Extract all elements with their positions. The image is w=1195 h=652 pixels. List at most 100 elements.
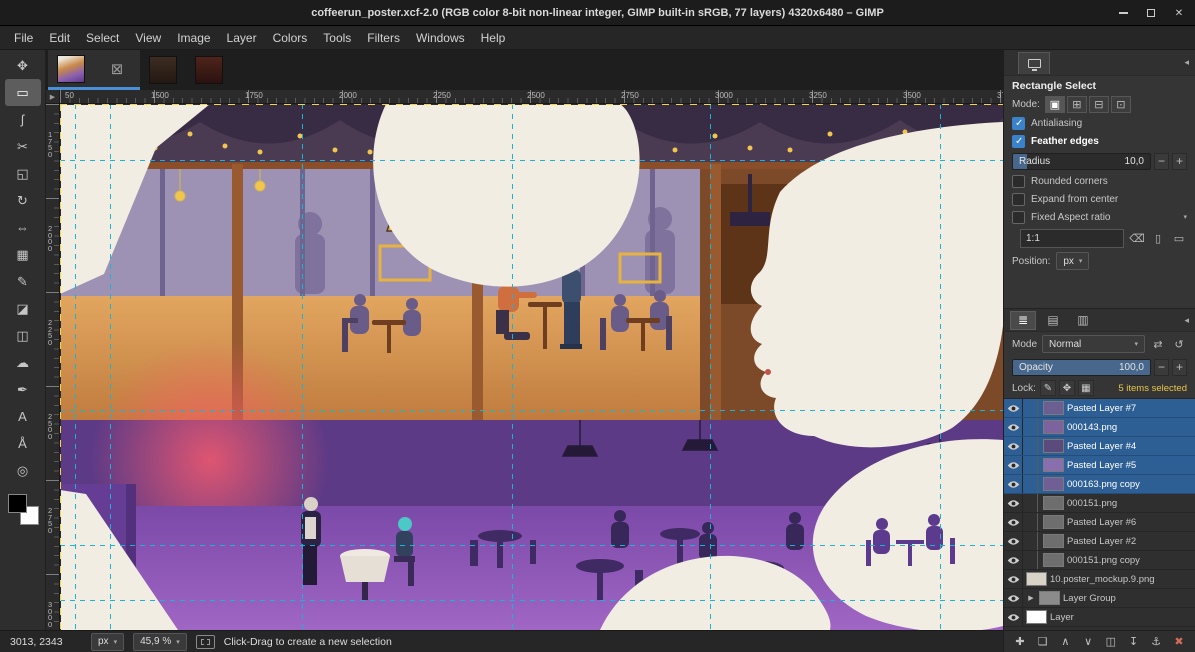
lock-position-icon[interactable]: ✥ — [1059, 380, 1075, 396]
visibility-eye-icon[interactable] — [1004, 456, 1023, 474]
duplicate-layer-button[interactable]: ◫ — [1102, 633, 1120, 651]
tool-scissors-select-icon[interactable]: ✂ — [5, 133, 41, 160]
delete-layer-button[interactable]: ✖ — [1170, 633, 1188, 651]
tool-move-icon[interactable]: ✥ — [5, 52, 41, 79]
guide-vertical[interactable] — [512, 104, 513, 630]
menu-image[interactable]: Image — [169, 28, 218, 48]
layer-row[interactable]: Pasted Layer #6 — [1004, 513, 1195, 532]
lower-layer-button[interactable]: ∨ — [1079, 633, 1097, 651]
expand-from-center-checkbox[interactable]: Expand from center — [1004, 190, 1195, 208]
zoom-dropdown[interactable]: 45,9 % ▾ — [133, 633, 187, 651]
ruler-corner[interactable]: ▶ — [46, 90, 60, 104]
panel-menu-icon[interactable]: ◂ — [1184, 57, 1189, 68]
lock-pixels-icon[interactable]: ✎ — [1040, 380, 1056, 396]
menu-windows[interactable]: Windows — [408, 28, 473, 48]
canvas[interactable] — [60, 104, 1003, 630]
foreground-color-swatch[interactable] — [8, 494, 27, 513]
panel-menu-icon[interactable]: ◂ — [1184, 315, 1189, 326]
visibility-eye-icon[interactable] — [1004, 418, 1023, 436]
fixed-aspect-ratio-checkbox[interactable]: Fixed Aspect ratio ▾ — [1004, 208, 1195, 226]
tool-options-tab[interactable] — [1018, 52, 1050, 74]
layer-row[interactable]: Pasted Layer #4 — [1004, 437, 1195, 456]
menu-edit[interactable]: Edit — [41, 28, 78, 48]
clear-icon[interactable]: ⌫ — [1129, 232, 1145, 245]
layer-mode-dropdown[interactable]: Normal ▾ — [1042, 335, 1145, 353]
selection-mode-icon[interactable] — [196, 635, 215, 649]
layer-row[interactable]: Layer — [1004, 608, 1195, 627]
image-tab-2[interactable]: ⊠ — [94, 50, 140, 90]
opacity-slider[interactable]: Opacity 100,0 — [1012, 359, 1151, 376]
visibility-eye-icon[interactable] — [1004, 608, 1023, 626]
visibility-eye-icon[interactable] — [1004, 475, 1023, 493]
tool-clone-icon[interactable]: ◫ — [5, 322, 41, 349]
menu-help[interactable]: Help — [473, 28, 514, 48]
guide-horizontal[interactable] — [60, 600, 1003, 601]
menu-select[interactable]: Select — [78, 28, 127, 48]
tool-unified-transform-icon[interactable]: ⇔ — [5, 214, 41, 241]
anchor-layer-button[interactable]: ⚓ — [1147, 633, 1165, 651]
menu-tools[interactable]: Tools — [315, 28, 359, 48]
mode-subtract-button[interactable]: ⊟ — [1089, 96, 1109, 113]
visibility-eye-icon[interactable] — [1004, 513, 1023, 531]
minimize-button[interactable] — [1117, 7, 1129, 19]
guide-horizontal[interactable] — [60, 160, 1003, 161]
reset-icon[interactable]: ↺ — [1171, 338, 1187, 351]
image-tab-3[interactable] — [140, 50, 186, 90]
tool-eraser-icon[interactable]: ◪ — [5, 295, 41, 322]
tool-zoom-icon[interactable]: ◎ — [5, 457, 41, 484]
tool-text-icon[interactable]: A — [5, 403, 41, 430]
tool-free-select-icon[interactable]: ʃ — [5, 106, 41, 133]
layer-row[interactable]: Pasted Layer #7 — [1004, 399, 1195, 418]
aspect-ratio-input[interactable]: 1:1 — [1020, 229, 1124, 248]
guide-horizontal[interactable] — [60, 545, 1003, 546]
antialiasing-checkbox[interactable]: Antialiasing — [1004, 114, 1195, 132]
channels-tab-icon[interactable]: ▤ — [1040, 311, 1066, 330]
visibility-eye-icon[interactable] — [1004, 570, 1023, 588]
guide-vertical[interactable] — [110, 104, 111, 630]
tool-crop-icon[interactable]: ◱ — [5, 160, 41, 187]
opacity-decrease-button[interactable]: − — [1154, 359, 1169, 376]
guide-vertical[interactable] — [940, 104, 941, 630]
tool-rotate-icon[interactable]: ↻ — [5, 187, 41, 214]
menu-colors[interactable]: Colors — [265, 28, 316, 48]
layer-row[interactable]: 10.poster_mockup.9.png — [1004, 570, 1195, 589]
radius-decrease-button[interactable]: − — [1154, 153, 1169, 170]
landscape-icon[interactable]: ▭ — [1171, 232, 1187, 245]
image-tab-1[interactable] — [48, 50, 94, 90]
guide-vertical[interactable] — [710, 104, 711, 630]
menu-layer[interactable]: Layer — [219, 28, 265, 48]
color-swatch[interactable] — [8, 494, 39, 525]
mode-intersect-button[interactable]: ⊡ — [1111, 96, 1131, 113]
menu-view[interactable]: View — [127, 28, 169, 48]
layer-row[interactable]: 000163.png copy — [1004, 475, 1195, 494]
menu-filters[interactable]: Filters — [359, 28, 408, 48]
visibility-eye-icon[interactable] — [1004, 589, 1023, 607]
portrait-icon[interactable]: ▯ — [1150, 232, 1166, 245]
raise-layer-button[interactable]: ∧ — [1056, 633, 1074, 651]
position-unit-dropdown[interactable]: px ▾ — [1056, 252, 1089, 270]
layer-row[interactable]: Pasted Layer #5 — [1004, 456, 1195, 475]
lock-alpha-icon[interactable]: ▦ — [1078, 380, 1094, 396]
tool-ink-icon[interactable]: ✒ — [5, 376, 41, 403]
tool-paintbrush-icon[interactable]: ✎ — [5, 268, 41, 295]
tool-gradient-icon[interactable]: ▦ — [5, 241, 41, 268]
vertical-ruler[interactable]: 1 7 5 02 0 0 02 2 5 02 5 0 02 7 5 03 0 0… — [46, 104, 60, 630]
layer-row[interactable]: Pasted Layer #2 — [1004, 532, 1195, 551]
guide-horizontal[interactable] — [60, 410, 1003, 411]
horizontal-ruler[interactable]: 5015001750200022502500275030003250350037 — [60, 90, 1003, 104]
rounded-corners-checkbox[interactable]: Rounded corners — [1004, 172, 1195, 190]
guide-vertical[interactable] — [75, 104, 76, 630]
titlebar[interactable]: coffeerun_poster.xcf-2.0 (RGB color 8-bi… — [0, 0, 1195, 26]
close-button[interactable]: ✕ — [1173, 7, 1185, 19]
new-layer-button[interactable]: ✚ — [1011, 633, 1029, 651]
menu-file[interactable]: File — [6, 28, 41, 48]
visibility-eye-icon[interactable] — [1004, 494, 1023, 512]
image-tab-4[interactable] — [186, 50, 232, 90]
radius-slider[interactable]: Radius 10,0 — [1012, 153, 1151, 170]
layer-row[interactable]: 000151.png copy — [1004, 551, 1195, 570]
layer-row[interactable]: 000143.png — [1004, 418, 1195, 437]
tool-measure-icon[interactable]: Å — [5, 430, 41, 457]
maximize-button[interactable] — [1145, 7, 1157, 19]
switch-icon[interactable]: ⇄ — [1150, 338, 1166, 351]
expander-icon[interactable]: ▶ — [1026, 594, 1036, 602]
